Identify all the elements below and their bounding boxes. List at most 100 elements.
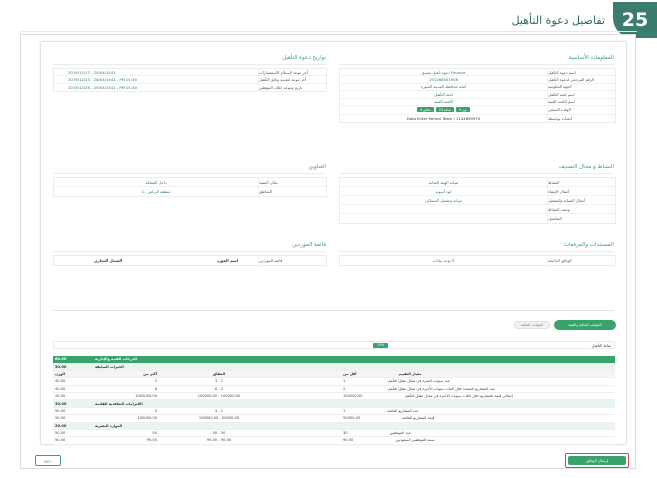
grid-section-title: الخبرات السابقة bbox=[95, 364, 124, 369]
grid-empty bbox=[277, 415, 343, 421]
grid-col-criteria-label: معيار التقييم bbox=[398, 371, 422, 376]
activity-row: النشاط صيانة الهيئة العدلية bbox=[340, 178, 615, 187]
info-label: أنشأت بواسطة bbox=[547, 114, 615, 123]
grid-row: 50.00 50 50 - 30 عدد الموظفين 30 bbox=[53, 430, 615, 438]
grid-less-than: 1 bbox=[343, 379, 346, 384]
date-label: آخر موعد لتقديم وثائق التأهيل bbox=[258, 76, 326, 83]
grid-more-than: 95.00 bbox=[146, 438, 157, 443]
submit-documents-label: إرسال الوثائق bbox=[568, 456, 626, 465]
address-label: المناطق bbox=[258, 187, 326, 196]
info-label: الرقم المرجعي لدعوة التأهيل bbox=[547, 76, 615, 83]
activity-value: كود أسوية bbox=[435, 188, 452, 194]
activity-row: وصف النشاط bbox=[340, 205, 615, 214]
grid-criteria: عدد المشاريع القائمة 1 bbox=[343, 408, 615, 414]
tab-financial-technical[interactable]: الجوانب المالية والفنية bbox=[554, 320, 616, 330]
back-button[interactable]: رجوع bbox=[35, 455, 61, 466]
grid-criteria-text: عدد المشاريع القائمة bbox=[387, 408, 419, 413]
grid-more-than: 3 bbox=[154, 379, 157, 384]
qualification-label: نقاط التأهيل bbox=[591, 342, 611, 348]
suppliers-divider bbox=[53, 251, 326, 252]
activity-row: أعمال الإنشاء كود أسوية bbox=[340, 187, 615, 196]
submit-documents-button[interactable]: إرسال الوثائق bbox=[565, 453, 629, 468]
address-title: العناوين bbox=[308, 164, 326, 170]
activity-title: النشاط و مجال التصنيف bbox=[558, 164, 614, 170]
grid-row: 20.00 1000000.00 100000.00 - 100000.00 إ… bbox=[53, 393, 615, 401]
info-row: اسم دعوة التأهيل دعوة تأهيل مسبق Finance bbox=[340, 69, 615, 77]
title-divider bbox=[20, 31, 637, 32]
grid-total-row: 60.00 الدرجات الفنية والإدارية bbox=[53, 356, 615, 364]
suppliers-header: قائمة الموردين اسم المورد السجل التجاري bbox=[54, 256, 326, 265]
grid-range: 100000.00 - 100000.00 bbox=[197, 394, 241, 399]
grid-criteria-text: قيمة المشاريع القائمة bbox=[402, 416, 435, 421]
grid-criteria: عدد المشاريع المنفذة خلال الثلاث سنوات ا… bbox=[343, 386, 615, 392]
document-value: لا توجد بيانات bbox=[432, 258, 455, 263]
grid-criteria-text: عدد المشاريع المنفذة خلال الثلاث سنوات ا… bbox=[387, 386, 496, 391]
criteria-grid: 60.00 الدرجات الفنية والإدارية 30.00 الخ… bbox=[53, 356, 615, 445]
grid-criteria: إجمالي قيمة المشاريع خلال الثلاث سنوات ا… bbox=[343, 393, 615, 399]
grid-criteria-text: إجمالي قيمة المشاريع خلال الثلاث سنوات ا… bbox=[404, 394, 513, 399]
address-label: مكان التنفيذ bbox=[258, 178, 326, 186]
grid-range: 6 - 2 bbox=[214, 386, 224, 391]
info-row: اسم اللجنة الفنية اللجنة الفنية bbox=[340, 98, 615, 106]
grid-more-than: 1000000.00 bbox=[135, 394, 157, 399]
grid-weight: 60.00 bbox=[55, 357, 67, 362]
basic-info-divider bbox=[339, 64, 614, 65]
date-row: آخر موعد لإستلام الاستفسارات 2019/12/17 -… bbox=[54, 69, 326, 77]
grid-less-than: 50000.00 bbox=[343, 416, 361, 421]
date-value: 2019/12/26 - 29/04/1441 - PM 01:40 bbox=[68, 84, 138, 90]
grid-weight: 50.00 bbox=[55, 431, 66, 436]
grid-weight: 20.00 bbox=[55, 423, 67, 428]
date-row: آخر موعد لتقديم وثائق التأهيل 2019/12/25 … bbox=[54, 76, 326, 84]
address-value: داخل المملكة bbox=[145, 179, 167, 185]
qualification-points: نقاط التأهيل 70% bbox=[53, 341, 615, 349]
date-label: آخر موعد لإستلام الاستفسارات bbox=[258, 69, 326, 76]
grid-criteria: عدد الموظفين 30 bbox=[343, 430, 615, 436]
grid-weight: 50.00 bbox=[55, 438, 66, 443]
grid-range: 3 - 1 bbox=[214, 408, 224, 413]
activity-divider bbox=[339, 173, 614, 174]
time-pill-hours: 23 ساعة bbox=[435, 107, 455, 113]
info-value: اللجنة الفنية bbox=[434, 99, 453, 105]
info-value: أمانة محافظة المدينة المنورة bbox=[420, 84, 467, 90]
documents-divider bbox=[339, 251, 614, 252]
activity-value: صيانة الهيئة العدلية bbox=[428, 179, 459, 185]
suppliers-col-name: اسم المورد bbox=[216, 258, 238, 263]
grid-criteria-text: عدد سنوات الخبرة في مجال نطاق التأهيل bbox=[387, 379, 450, 384]
grid-criteria: قيمة المشاريع القائمة 50000.00 bbox=[343, 415, 615, 421]
qualification-value: 70% bbox=[372, 342, 388, 348]
grid-range: 50 - 30 bbox=[212, 431, 226, 436]
activity-value bbox=[340, 214, 547, 223]
tab-financial[interactable]: الجوانب المالية bbox=[514, 321, 550, 329]
grid-weight: 50.00 bbox=[55, 416, 66, 421]
document-label: الوثائق الداعمة bbox=[547, 256, 615, 265]
grid-weight: 40.00 bbox=[55, 379, 66, 384]
grid-weight: 20.00 bbox=[55, 394, 66, 399]
details-card: المعلومات الأساسية اسم دعوة التأهيل دعوة … bbox=[40, 41, 627, 445]
time-pill-days: 9 يوم bbox=[456, 107, 470, 113]
date-value: 2019/12/25 - 28/04/1441 - PM 01:40 bbox=[68, 77, 138, 83]
activity-label: أعمال الإنشاء bbox=[547, 187, 615, 195]
info-row: اسم لجنة التأهيل لجنة التأهيل bbox=[340, 91, 615, 99]
basic-info-table: اسم دعوة التأهيل دعوة تأهيل مسبق Finance … bbox=[339, 68, 616, 124]
grid-row: 50.00 3 3 - 1 عدد المشاريع القائمة 1 bbox=[53, 408, 615, 416]
grid-col-empty bbox=[277, 371, 343, 377]
activity-row: أعمال الصيانة والتشغيل صيانة وتشغيل المسا… bbox=[340, 196, 615, 205]
grid-section-title: الموارد البشرية bbox=[95, 423, 123, 428]
basic-info-title: المعلومات الأساسية bbox=[568, 55, 614, 61]
grid-empty bbox=[277, 430, 343, 436]
address-row: المناطق 1 - منطقة الرياض bbox=[54, 187, 326, 196]
remaining-time: 4 دقائق 23 ساعة 9 يوم bbox=[340, 106, 547, 114]
info-row: أنشأت بواسطة Data Enter Refuut Team / 114… bbox=[340, 114, 615, 123]
grid-empty bbox=[277, 386, 343, 392]
address-value: 1 - منطقة الرياض bbox=[141, 189, 171, 194]
documents-title: المستندات والمرفقات bbox=[563, 242, 614, 248]
grid-weight: 50.00 bbox=[55, 408, 66, 413]
info-row: الجهة الحكومية أمانة محافظة المدينة المنو… bbox=[340, 83, 615, 92]
tabs-divider bbox=[53, 310, 614, 311]
info-value: Data Enter Refuut Team / 1144699970 bbox=[406, 116, 481, 122]
grid-section-title: الالتزامات التعاقدية القائمة bbox=[95, 401, 143, 406]
grid-section-title: الدرجات الفنية والإدارية bbox=[95, 357, 137, 362]
grid-empty bbox=[277, 437, 343, 443]
grid-criteria-text: عدد الموظفين bbox=[389, 431, 411, 436]
grid-criteria: نسبة الموظفين السعوديين 90.00 bbox=[343, 437, 615, 443]
